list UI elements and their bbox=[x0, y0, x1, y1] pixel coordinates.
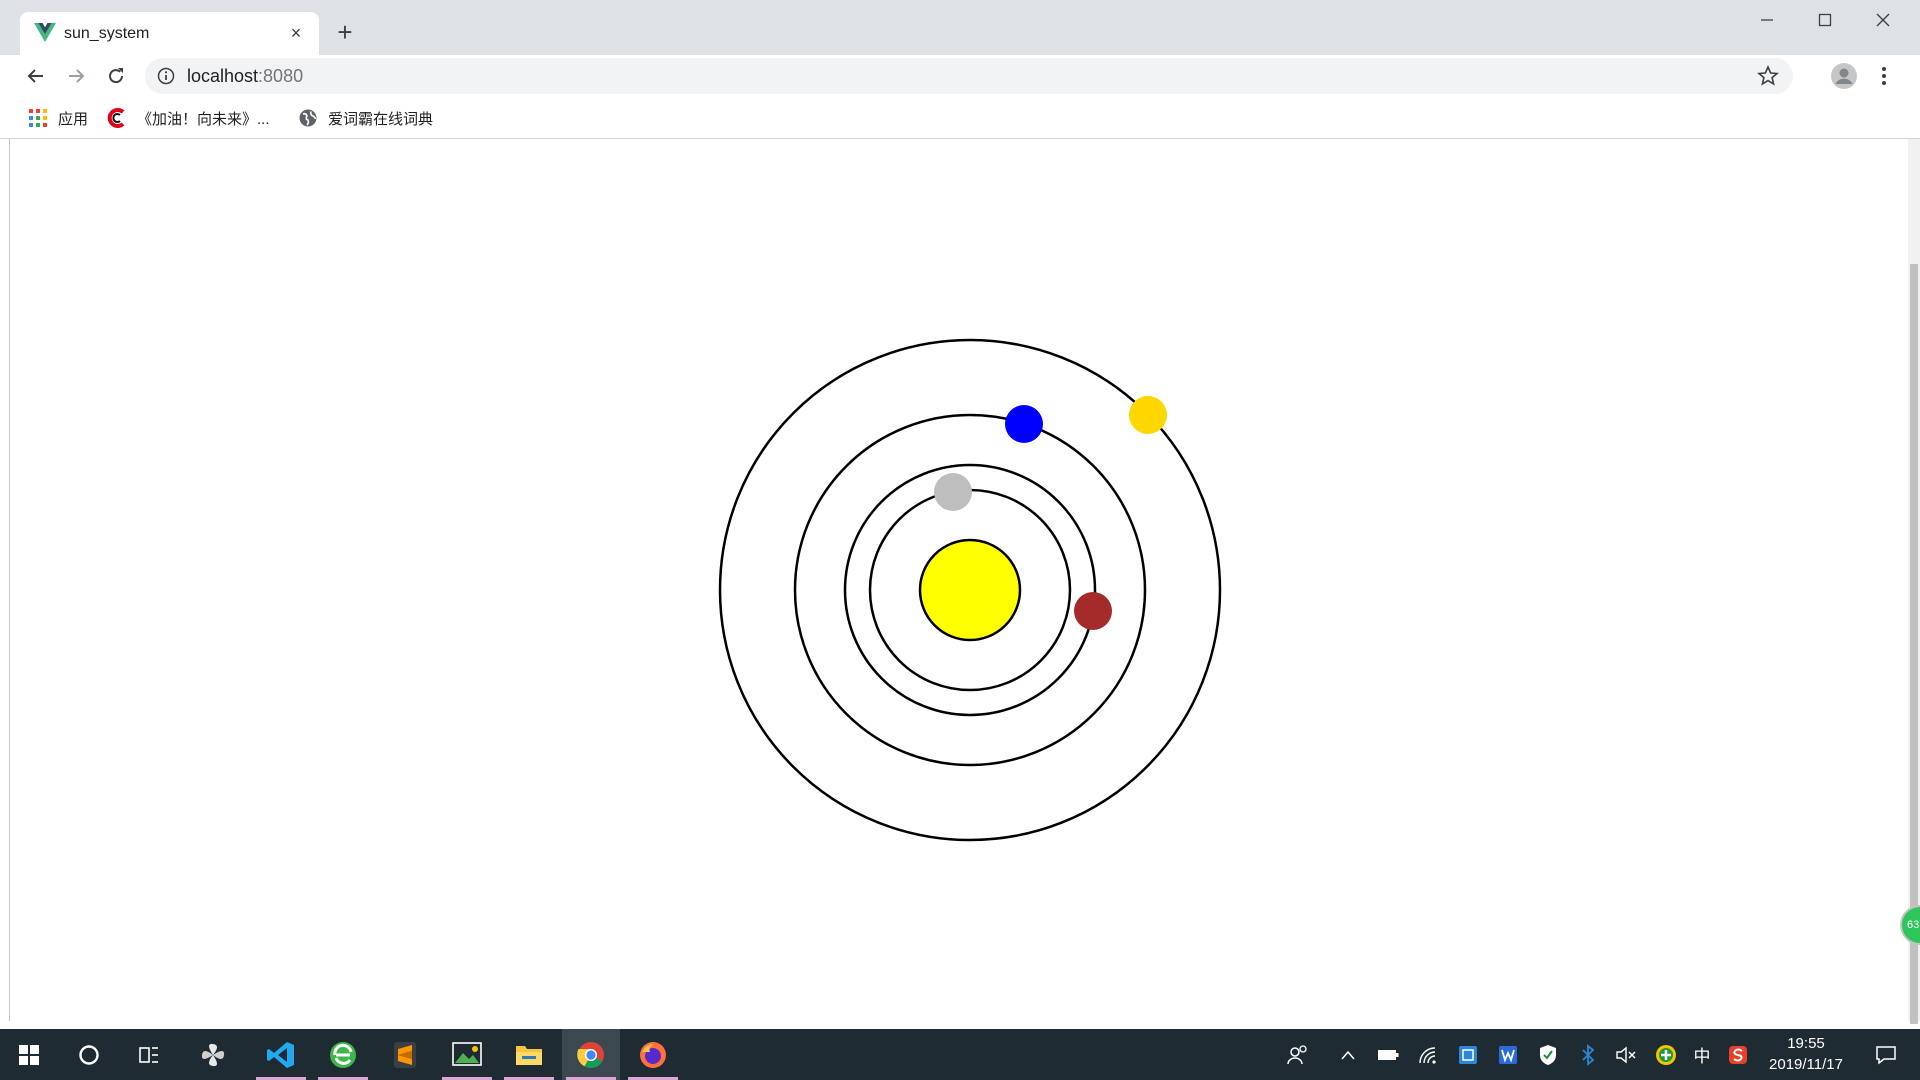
clock-time: 19:55 bbox=[1787, 1035, 1825, 1052]
plus-badge-icon bbox=[1656, 1044, 1676, 1065]
clock-date: 2019/11/17 bbox=[1769, 1056, 1843, 1073]
taskbar-app-vscode[interactable] bbox=[252, 1029, 310, 1080]
floating-badge-text: 63 bbox=[1907, 919, 1920, 931]
tray-volume[interactable] bbox=[1610, 1029, 1642, 1080]
start-button[interactable] bbox=[0, 1029, 58, 1080]
planet-blue bbox=[1005, 405, 1043, 443]
taskbar-app-file-explorer[interactable] bbox=[500, 1029, 558, 1080]
tray-sogou[interactable] bbox=[1722, 1029, 1754, 1080]
tray-app-blue[interactable] bbox=[1452, 1029, 1484, 1080]
taskbar-app-360browser[interactable] bbox=[314, 1029, 372, 1080]
cortana-icon bbox=[79, 1044, 99, 1065]
tray-security[interactable] bbox=[1532, 1029, 1564, 1080]
vscode-icon bbox=[267, 1041, 294, 1068]
cortana-button[interactable] bbox=[60, 1029, 118, 1080]
sun bbox=[918, 538, 1022, 642]
people-icon bbox=[1287, 1044, 1307, 1064]
tray-app-green[interactable] bbox=[1650, 1029, 1682, 1080]
taskbar-app-sublime[interactable] bbox=[376, 1029, 434, 1080]
tray-bluetooth[interactable] bbox=[1572, 1029, 1604, 1080]
start-icon bbox=[19, 1044, 39, 1065]
solar-system-canvas bbox=[718, 338, 1222, 842]
planet-grey bbox=[934, 473, 972, 511]
taskbar-clock[interactable]: 19:55 2019/11/17 bbox=[1760, 1033, 1852, 1075]
volume-muted-icon bbox=[1616, 1046, 1636, 1063]
action-center-button[interactable] bbox=[1864, 1029, 1908, 1080]
wps-word-icon bbox=[1499, 1045, 1517, 1064]
taskbar-app-pinwheel[interactable] bbox=[184, 1029, 242, 1080]
pinwheel-icon bbox=[201, 1043, 225, 1066]
tray-ime[interactable]: 中 bbox=[1686, 1029, 1718, 1080]
task-view-button[interactable] bbox=[120, 1029, 178, 1080]
wifi-icon bbox=[1419, 1046, 1436, 1064]
image-tool-icon bbox=[452, 1041, 482, 1066]
chevron-up-icon bbox=[1341, 1050, 1355, 1059]
taskbar-app-chrome[interactable] bbox=[562, 1029, 620, 1080]
battery-icon bbox=[1378, 1049, 1399, 1060]
vertical-scrollbar[interactable] bbox=[1908, 139, 1920, 1024]
app-tray-icon bbox=[1459, 1045, 1477, 1064]
tray-wps[interactable] bbox=[1492, 1029, 1524, 1080]
sogou-input-icon bbox=[1729, 1045, 1747, 1064]
tray-wifi[interactable] bbox=[1412, 1029, 1444, 1080]
file-explorer-icon bbox=[516, 1045, 542, 1065]
browser-360-icon bbox=[330, 1041, 356, 1068]
shield-icon bbox=[1540, 1044, 1556, 1065]
tray-battery[interactable] bbox=[1372, 1029, 1404, 1080]
taskbar-app-firefox[interactable] bbox=[624, 1029, 682, 1080]
notification-icon bbox=[1876, 1045, 1896, 1065]
bluetooth-icon bbox=[1582, 1043, 1595, 1066]
taskbar-app-image-tool[interactable] bbox=[438, 1029, 496, 1080]
planet-brown bbox=[1074, 592, 1112, 630]
task-view-icon bbox=[139, 1046, 158, 1063]
firefox-icon bbox=[640, 1041, 666, 1068]
windows-taskbar: 中 19:55 2019/11/17 bbox=[0, 1029, 1920, 1080]
planet-gold bbox=[1129, 396, 1167, 434]
chrome-icon bbox=[577, 1041, 604, 1068]
tray-people[interactable] bbox=[1282, 1029, 1314, 1080]
tray-show-hidden[interactable] bbox=[1332, 1029, 1364, 1080]
sublime-icon bbox=[394, 1041, 416, 1068]
